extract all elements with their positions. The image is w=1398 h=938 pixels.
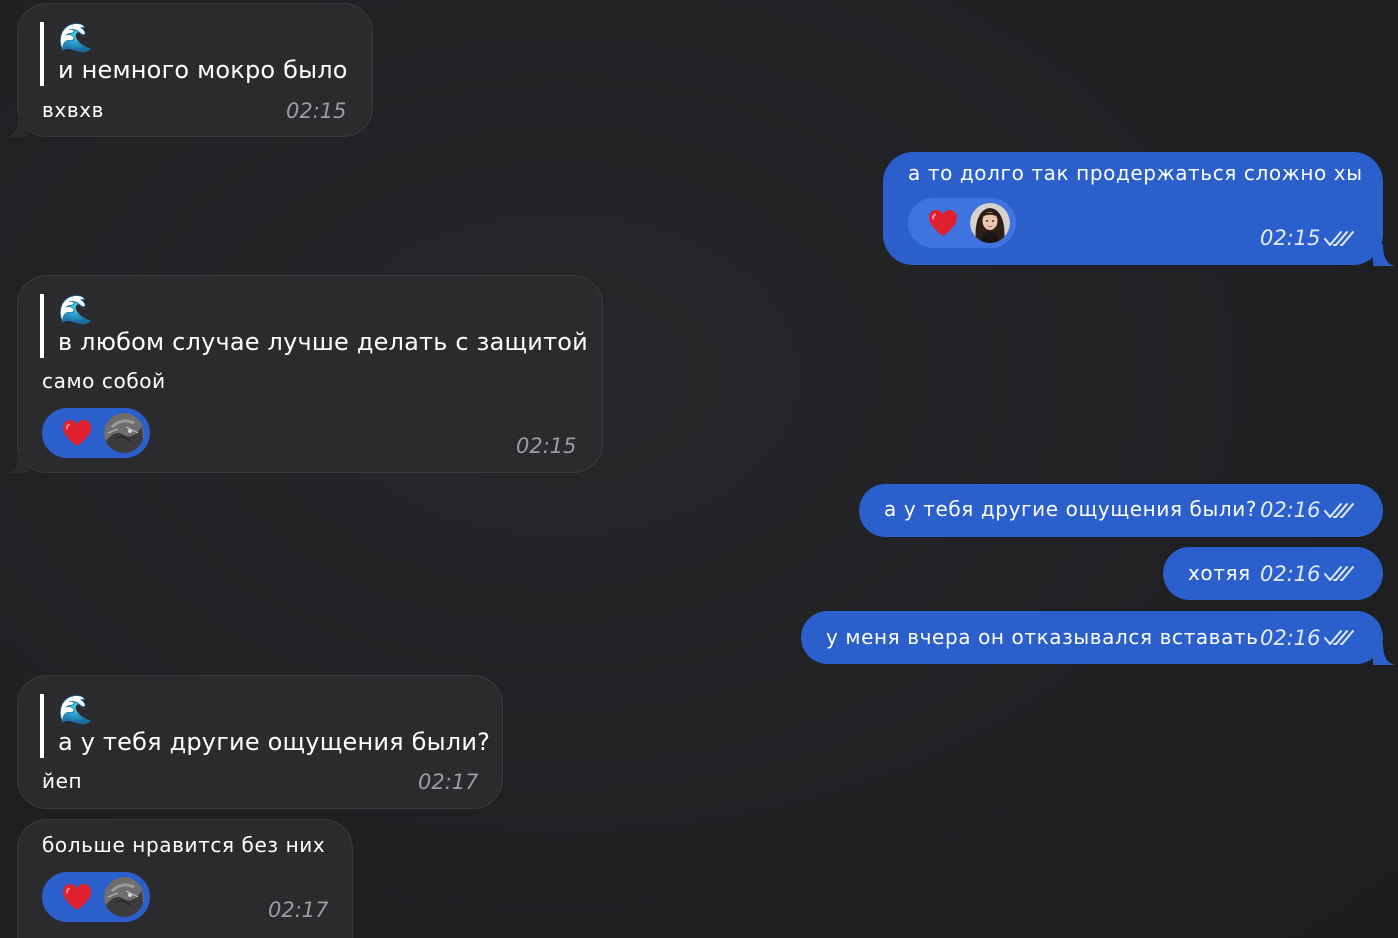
incoming-message[interactable]: 🌊 в любом случае лучше делать с защитой … [6,275,603,473]
reply-quote-text: а у тебя другие ощущения были? [58,728,491,756]
message-time: 02:17 [418,770,479,794]
message-time: 02:15 [516,434,577,458]
read-checks-icon [1324,230,1354,248]
message-text: вхвхв [42,98,105,122]
chat-thread: 🌊 и немного мокро было вхвхв 02:15 а то … [0,0,1398,938]
message-text: а у тебя другие ощущения были? [884,497,1258,521]
bubble-tail [6,451,28,473]
wave-emoji-icon: 🌊 [58,693,93,726]
message-text: у меня вчера он отказывался вставать [826,625,1259,649]
message-time: 02:15 [286,99,347,123]
heart-icon [62,883,92,911]
read-checks-icon [1324,629,1354,647]
incoming-message[interactable]: 🌊 и немного мокро было вхвхв 02:15 [6,3,373,137]
heart-icon [62,419,92,447]
avatar [104,413,144,453]
outgoing-message[interactable]: у меня вчера он отказывался вставать 02:… [801,611,1395,665]
reply-quote[interactable]: 🌊 в любом случае лучше делать с защитой [40,294,588,358]
bubble-tail [1373,244,1395,266]
reaction-pill[interactable] [42,872,150,922]
message-time: 02:16 [1260,562,1321,586]
reaction-pill[interactable] [908,198,1016,248]
wave-emoji-icon: 🌊 [58,21,93,54]
heart-icon [928,209,958,237]
outgoing-message[interactable]: хотяя 02:16 [1163,547,1383,600]
bubble-tail [1373,643,1395,665]
message-time: 02:15 [1260,226,1321,250]
incoming-message[interactable]: 🌊 а у тебя другие ощущения были? йеп 02:… [17,675,503,809]
message-text: а то долго так продержаться сложно хы [908,161,1363,185]
incoming-message[interactable]: больше нравится без них 02:17 [17,819,353,938]
message-time: 02:16 [1260,626,1321,650]
avatar [970,203,1010,243]
wave-emoji-icon: 🌊 [58,293,93,326]
reply-quote-text: в любом случае лучше делать с защитой [58,328,588,356]
read-checks-icon [1324,565,1354,583]
message-time: 02:16 [1260,498,1321,522]
reply-quote[interactable]: 🌊 и немного мокро было [40,22,348,86]
reply-quote[interactable]: 🌊 а у тебя другие ощущения были? [40,694,490,758]
message-time: 02:17 [268,898,329,922]
bubble-tail [6,115,28,137]
message-text: йеп [42,769,83,793]
message-text: больше нравится без них [42,833,326,857]
reaction-pill[interactable] [42,408,150,458]
reply-quote-text: и немного мокро было [58,56,348,84]
outgoing-message[interactable]: а у тебя другие ощущения были? 02:16 [859,484,1383,537]
avatar [104,877,144,917]
read-checks-icon [1324,502,1354,520]
message-text: хотяя [1188,561,1251,585]
message-text: само собой [42,369,166,393]
outgoing-message[interactable]: а то долго так продержаться сложно хы 02… [883,152,1395,266]
